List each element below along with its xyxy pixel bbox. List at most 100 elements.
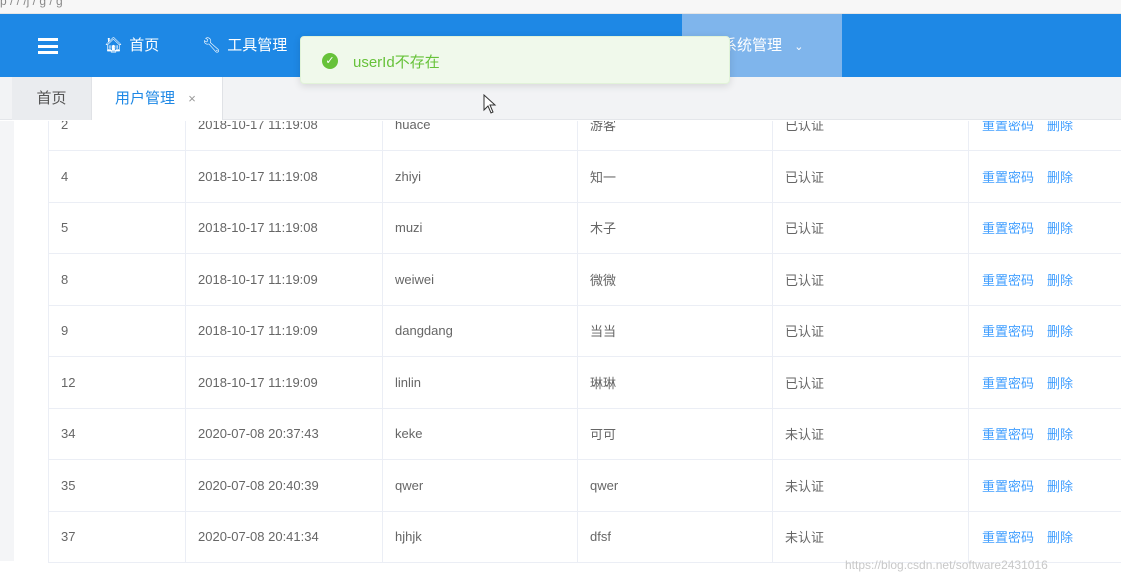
cell-created: 2018-10-17 11:19:08: [185, 121, 383, 151]
cell-username: huace: [382, 121, 578, 151]
cell-created: 2018-10-17 11:19:08: [185, 202, 383, 254]
close-icon[interactable]: ×: [188, 91, 196, 106]
reset-password-button[interactable]: 重置密码: [982, 530, 1034, 545]
cell-status: 未认证: [772, 459, 969, 512]
cell-created: 2018-10-17 11:19:09: [185, 253, 383, 306]
delete-button[interactable]: 删除: [1047, 324, 1073, 339]
cell-nickname: qwer: [577, 459, 773, 512]
browser-address-strip: p / / /j / g / g: [0, 0, 1121, 14]
reset-password-button[interactable]: 重置密码: [982, 170, 1034, 185]
cell-created: 2020-07-08 20:37:43: [185, 408, 383, 460]
cell-actions: 重置密码 删除: [968, 305, 1121, 357]
cell-id: 9: [48, 305, 186, 357]
delete-button[interactable]: 删除: [1047, 376, 1073, 391]
check-circle-icon: ✓: [322, 53, 338, 69]
cell-actions: 重置密码 删除: [968, 408, 1121, 460]
tab-user-management[interactable]: 用户管理 ×: [92, 77, 223, 120]
cell-username: linlin: [382, 356, 578, 409]
cell-nickname: 可可: [577, 408, 773, 460]
cell-id: 8: [48, 253, 186, 306]
menu-toggle-icon[interactable]: [38, 38, 58, 54]
tab-home-label: 首页: [36, 90, 67, 107]
wrench-icon: 🔧︎: [202, 37, 222, 54]
home-icon: 🏠︎: [104, 37, 124, 54]
cell-status: 已认证: [772, 356, 969, 409]
nav-tools[interactable]: 🔧︎ 工具管理: [202, 14, 287, 77]
cell-username: qwer: [382, 459, 578, 512]
table-row: 34 2020-07-08 20:37:43 keke 可可 未认证 重置密码 删除: [48, 408, 1121, 460]
table-row: 5 2018-10-17 11:19:08 muzi 木子 已认证 重置密码 删除: [48, 202, 1121, 254]
cell-created: 2020-07-08 20:40:39: [185, 459, 383, 512]
cell-status: 已认证: [772, 150, 969, 203]
success-toast: ✓ userId不存在: [300, 36, 730, 84]
delete-button[interactable]: 删除: [1047, 530, 1073, 545]
mouse-cursor-icon: [483, 94, 497, 114]
cell-id: 34: [48, 408, 186, 460]
cell-status: 已认证: [772, 305, 969, 357]
cell-actions: 重置密码 删除: [968, 356, 1121, 409]
cell-id: 12: [48, 356, 186, 409]
reset-password-button[interactable]: 重置密码: [982, 221, 1034, 236]
cell-actions: 重置密码 删除: [968, 511, 1121, 563]
delete-button[interactable]: 删除: [1047, 273, 1073, 288]
delete-button[interactable]: 删除: [1047, 479, 1073, 494]
nav-home-label: 首页: [129, 37, 160, 54]
watermark: https://blog.csdn.net/software2431016: [845, 558, 1048, 572]
reset-password-button[interactable]: 重置密码: [982, 273, 1034, 288]
delete-button[interactable]: 删除: [1047, 170, 1073, 185]
tab-users-label: 用户管理: [115, 90, 176, 107]
cell-username: muzi: [382, 202, 578, 254]
cell-created: 2018-10-17 11:19:09: [185, 305, 383, 357]
cell-status: 未认证: [772, 408, 969, 460]
cell-nickname: 游客: [577, 121, 773, 151]
reset-password-button[interactable]: 重置密码: [982, 121, 1034, 133]
table-row: 9 2018-10-17 11:19:09 dangdang 当当 已认证 重置密码 删除: [48, 305, 1121, 357]
nav-system-label: 系统管理: [722, 37, 783, 54]
cell-nickname: 当当: [577, 305, 773, 357]
table-row: 37 2020-07-08 20:41:34 hjhjk dfsf 未认证 重置密码 删除: [48, 511, 1121, 563]
delete-button[interactable]: 删除: [1047, 221, 1073, 236]
cell-id: 35: [48, 459, 186, 512]
reset-password-button[interactable]: 重置密码: [982, 324, 1034, 339]
table-row: 2 2018-10-17 11:19:08 huace 游客 已认证 重置密码 删除: [48, 121, 1121, 151]
cell-status: 已认证: [772, 202, 969, 254]
delete-button[interactable]: 删除: [1047, 427, 1073, 442]
table-viewport: 2 2018-10-17 11:19:08 huace 游客 已认证 重置密码 删除 4 201…: [0, 121, 1121, 585]
cell-id: 5: [48, 202, 186, 254]
cell-username: weiwei: [382, 253, 578, 306]
nav-tools-label: 工具管理: [227, 37, 288, 54]
reset-password-button[interactable]: 重置密码: [982, 479, 1034, 494]
cell-username: keke: [382, 408, 578, 460]
chevron-down-icon: ⌄: [794, 41, 804, 53]
address-text: p / / /j / g / g: [0, 0, 63, 8]
cell-actions: 重置密码 删除: [968, 253, 1121, 306]
reset-password-button[interactable]: 重置密码: [982, 427, 1034, 442]
cell-created: 2018-10-17 11:19:09: [185, 356, 383, 409]
cell-created: 2020-07-08 20:41:34: [185, 511, 383, 563]
cell-nickname: 知一: [577, 150, 773, 203]
cell-status: 未认证: [772, 511, 969, 563]
table-row: 4 2018-10-17 11:19:08 zhiyi 知一 已认证 重置密码 删除: [48, 150, 1121, 203]
cell-nickname: dfsf: [577, 511, 773, 563]
cell-id: 37: [48, 511, 186, 563]
tab-home[interactable]: 首页: [12, 77, 92, 120]
cell-actions: 重置密码 删除: [968, 202, 1121, 254]
cell-actions: 重置密码 删除: [968, 459, 1121, 512]
reset-password-button[interactable]: 重置密码: [982, 376, 1034, 391]
toast-message: userId不存在: [353, 54, 440, 71]
delete-button[interactable]: 删除: [1047, 121, 1073, 133]
cell-status: 已认证: [772, 121, 969, 151]
table-row: 8 2018-10-17 11:19:09 weiwei 微微 已认证 重置密码 删除: [48, 253, 1121, 306]
cell-nickname: 木子: [577, 202, 773, 254]
cell-username: hjhjk: [382, 511, 578, 563]
cell-username: dangdang: [382, 305, 578, 357]
table-row: 35 2020-07-08 20:40:39 qwer qwer 未认证 重置密码 删除: [48, 459, 1121, 512]
nav-home[interactable]: 🏠︎ 首页: [104, 14, 159, 77]
table-row: 12 2018-10-17 11:19:09 linlin 琳琳 已认证 重置密码 删除: [48, 356, 1121, 409]
cell-created: 2018-10-17 11:19:08: [185, 150, 383, 203]
cell-id: 2: [48, 121, 186, 151]
cell-id: 4: [48, 150, 186, 203]
cell-actions: 重置密码 删除: [968, 121, 1121, 151]
cell-nickname: 琳琳: [577, 356, 773, 409]
user-table: 2 2018-10-17 11:19:08 huace 游客 已认证 重置密码 删除 4 201…: [48, 121, 1121, 563]
